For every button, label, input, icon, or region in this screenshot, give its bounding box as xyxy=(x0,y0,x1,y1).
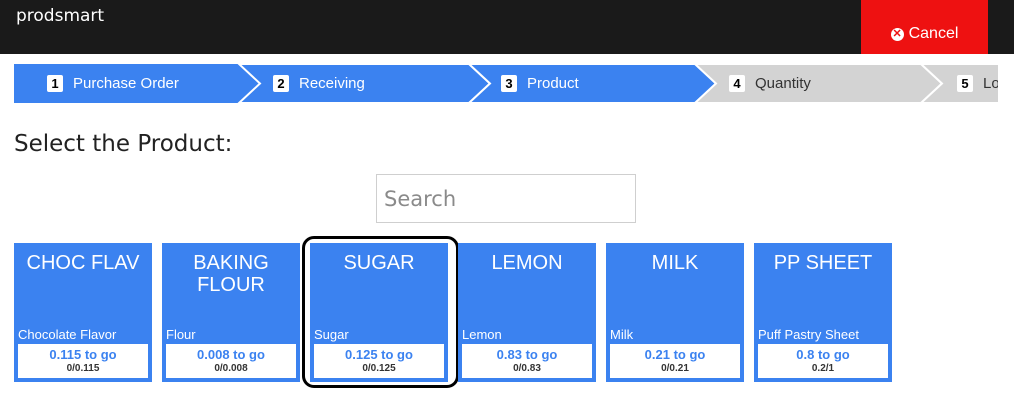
step-product[interactable]: 3 Product xyxy=(501,64,579,103)
step-label: Purchase Order xyxy=(73,75,179,92)
product-name: Lemon xyxy=(462,327,502,342)
product-progress-box: 0.115 to go 0/0.115 xyxy=(18,344,148,378)
step-receiving[interactable]: 2 Receiving xyxy=(273,64,365,103)
product-name: Puff Pastry Sheet xyxy=(758,327,859,342)
product-ratio: 0/0.115 xyxy=(66,363,100,374)
product-to-go: 0.8 to go xyxy=(796,347,850,362)
product-to-go: 0.115 to go xyxy=(49,347,117,362)
step-quantity: 4 Quantity xyxy=(729,64,811,103)
step-5: 5 Lo xyxy=(957,64,998,103)
wizard-steps: 1 Purchase Order 2 Receiving 3 Product 4… xyxy=(14,64,998,103)
product-tile-lemon[interactable]: LEMON Lemon 0.83 to go 0/0.83 xyxy=(458,243,596,382)
product-code: SUGAR xyxy=(343,252,415,274)
top-bar: prodsmart ✕ Cancel xyxy=(0,0,1014,54)
product-tile-milk[interactable]: MILK Milk 0.21 to go 0/0.21 xyxy=(606,243,744,382)
product-ratio: 0/0.21 xyxy=(661,363,689,374)
product-to-go: 0.21 to go xyxy=(644,347,706,362)
step-label: Product xyxy=(527,75,579,92)
product-name: Sugar xyxy=(314,327,349,342)
app-logo: prodsmart xyxy=(16,6,105,26)
step-number: 4 xyxy=(729,75,745,92)
step-number: 3 xyxy=(501,75,517,92)
product-progress-box: 0.008 to go 0/0.008 xyxy=(166,344,296,378)
product-to-go: 0.008 to go xyxy=(197,347,265,362)
cancel-label: Cancel xyxy=(908,25,959,42)
product-ratio: 0/0.008 xyxy=(214,363,248,374)
product-name: Chocolate Flavor xyxy=(18,327,117,342)
product-tile-sugar[interactable]: SUGAR Sugar 0.125 to go 0/0.125 xyxy=(310,243,448,382)
product-tile-pp-sheet[interactable]: PP SHEET Puff Pastry Sheet 0.8 to go 0.2… xyxy=(754,243,892,382)
product-name: Milk xyxy=(610,327,634,342)
product-code: CHOC FLAV xyxy=(26,252,140,274)
product-ratio: 0/0.125 xyxy=(362,363,396,374)
page-title: Select the Product: xyxy=(14,131,233,157)
x-circle-icon: ✕ xyxy=(890,27,904,41)
product-to-go: 0.83 to go xyxy=(496,347,558,362)
product-progress-box: 0.21 to go 0/0.21 xyxy=(610,344,740,378)
product-ratio: 0.2/1 xyxy=(811,363,835,374)
step-purchase-order[interactable]: 1 Purchase Order xyxy=(47,64,179,103)
product-code: LEMON xyxy=(491,252,563,274)
product-tile-baking-flour[interactable]: BAKING FLOUR Flour 0.008 to go 0/0.008 xyxy=(162,243,300,382)
product-progress-box: 0.125 to go 0/0.125 xyxy=(314,344,444,378)
product-tile-choc-flav[interactable]: CHOC FLAV Chocolate Flavor 0.115 to go 0… xyxy=(14,243,152,382)
product-progress-box: 0.8 to go 0.2/1 xyxy=(758,344,888,378)
product-progress-box: 0.83 to go 0/0.83 xyxy=(462,344,592,378)
step-number: 2 xyxy=(273,75,289,92)
product-code: MILK xyxy=(651,252,699,274)
cancel-button[interactable]: ✕ Cancel xyxy=(861,0,988,54)
step-label: Quantity xyxy=(755,75,811,92)
step-label: Lo xyxy=(983,75,998,92)
product-ratio: 0/0.83 xyxy=(513,363,541,374)
product-to-go: 0.125 to go xyxy=(345,347,413,362)
search-input[interactable] xyxy=(376,174,636,223)
step-label: Receiving xyxy=(299,75,365,92)
step-number: 5 xyxy=(957,75,973,92)
product-name: Flour xyxy=(166,327,196,342)
product-code: PP SHEET xyxy=(773,252,873,274)
step-number: 1 xyxy=(47,75,63,92)
product-code: BAKING FLOUR xyxy=(193,252,269,296)
